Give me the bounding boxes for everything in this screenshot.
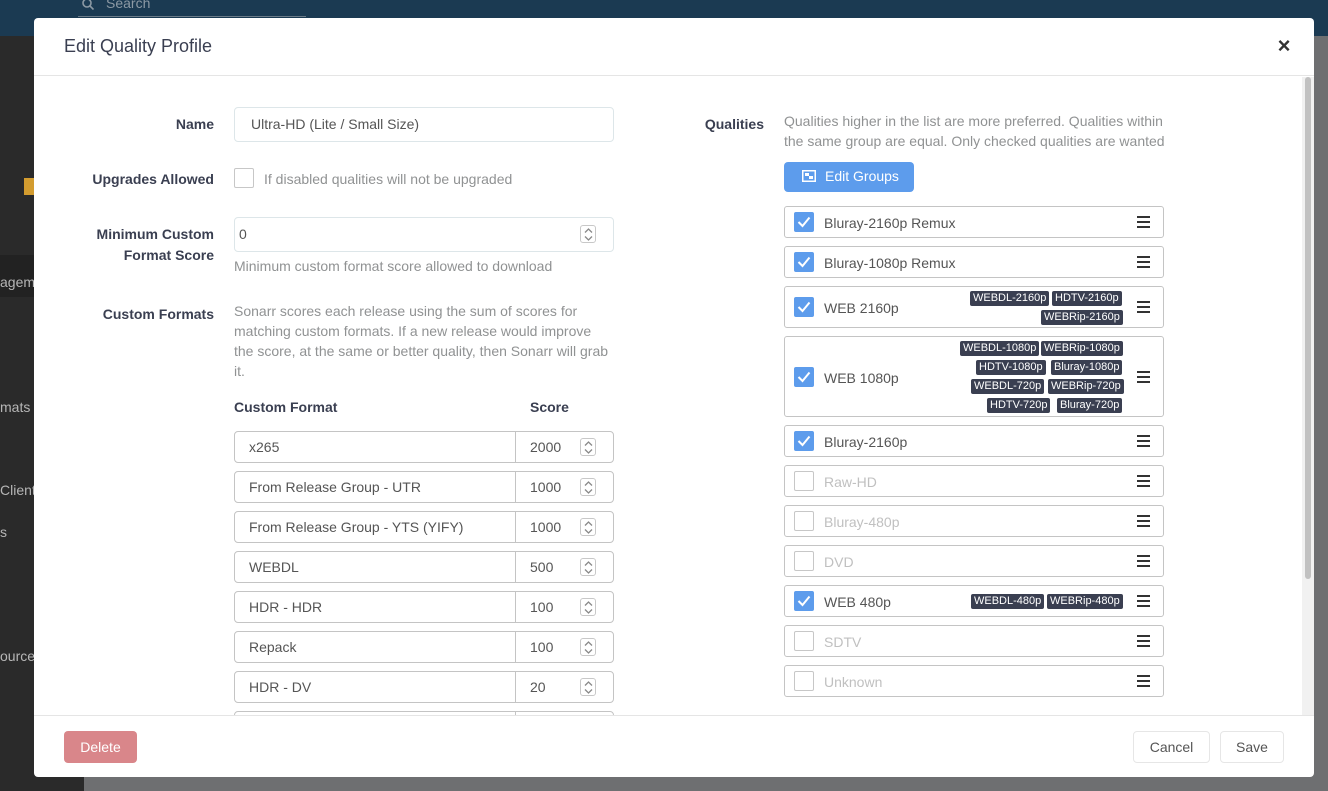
drag-handle-icon[interactable] [1137, 256, 1150, 268]
quality-row[interactable]: Bluray-1080p Remux [784, 246, 1164, 278]
edit-quality-profile-modal: Edit Quality Profile × Name Ultra-HD (Li… [34, 18, 1314, 777]
quality-checkbox[interactable] [794, 297, 814, 317]
scrollbar-thumb[interactable] [1305, 77, 1311, 579]
quality-group-tag: HDTV-1080p [976, 360, 1046, 375]
quality-name: Raw-HD [824, 474, 877, 490]
quality-group-tag: WEBDL-480p [971, 594, 1045, 609]
check-icon [797, 216, 811, 228]
check-icon [797, 435, 811, 447]
cancel-button[interactable]: Cancel [1133, 731, 1210, 763]
quality-name: WEB 1080p [824, 370, 899, 386]
quality-group-tag: WEBDL-720p [971, 379, 1045, 394]
drag-handle-icon[interactable] [1137, 675, 1150, 687]
edit-groups-button[interactable]: Edit Groups [784, 162, 914, 192]
quality-name: SDTV [824, 634, 862, 650]
drag-handle-icon[interactable] [1137, 635, 1150, 647]
sidebar-item-s[interactable]: s [0, 524, 7, 540]
quality-row[interactable]: WEB 480p WEBDL-480p WEBRip-480p [784, 585, 1164, 617]
search-placeholder: Search [106, 0, 151, 11]
drag-handle-icon[interactable] [1137, 515, 1150, 527]
check-icon [797, 595, 811, 607]
quality-group-tag: WEBDL-1080p [960, 341, 1040, 356]
quality-group-tag: WEBRip-2160p [1041, 310, 1123, 325]
quality-name: Bluray-2160p [824, 434, 908, 450]
save-button[interactable]: Save [1220, 731, 1284, 763]
quality-group-tag: HDTV-720p [987, 398, 1051, 413]
modal-scrollbar[interactable] [1302, 77, 1314, 715]
quality-group-tag: Bluray-720p [1057, 398, 1123, 413]
quality-row[interactable]: SDTV [784, 625, 1164, 657]
qualities-help-line2: the same group are equal. Only checked q… [784, 133, 1165, 149]
quality-row[interactable]: WEB 1080p WEBDL-1080p WEBRip-1080p HDTV-108… [784, 336, 1164, 417]
quality-row[interactable]: WEB 2160p WEBDL-2160p HDTV-2160p WEBRip-216… [784, 286, 1164, 328]
quality-group-tag: WEBRip-720p [1048, 379, 1124, 394]
quality-group-tag: HDTV-2160p [1052, 291, 1122, 306]
drag-handle-icon[interactable] [1137, 371, 1150, 383]
check-icon [797, 301, 811, 313]
close-icon[interactable]: × [1274, 32, 1294, 60]
quality-checkbox[interactable] [794, 367, 814, 387]
quality-checkbox[interactable] [794, 471, 814, 491]
quality-name: Unknown [824, 674, 883, 690]
quality-checkbox[interactable] [794, 631, 814, 651]
sidebar-badge [24, 178, 34, 195]
qualities-panel: Qualities Qualities higher in the list a… [34, 77, 1302, 715]
quality-checkbox[interactable] [794, 511, 814, 531]
delete-button[interactable]: Delete [64, 731, 137, 763]
drag-handle-icon[interactable] [1137, 555, 1150, 567]
drag-handle-icon[interactable] [1137, 475, 1150, 487]
quality-row[interactable]: Raw-HD [784, 465, 1164, 497]
drag-handle-icon[interactable] [1137, 435, 1150, 447]
qualities-label: Qualities [704, 116, 764, 132]
qualities-help-line1: Qualities higher in the list are more pr… [784, 113, 1163, 129]
quality-row[interactable]: DVD [784, 545, 1164, 577]
sidebar-item-formats[interactable]: mats [0, 399, 30, 415]
check-icon [797, 256, 811, 268]
quality-group-tag: WEBRip-480p [1047, 594, 1123, 609]
quality-name: WEB 480p [824, 594, 891, 610]
quality-name: Bluray-480p [824, 514, 900, 530]
object-group-icon [802, 170, 816, 182]
quality-group-tag: Bluray-1080p [1051, 360, 1123, 375]
quality-checkbox[interactable] [794, 252, 814, 272]
quality-checkbox[interactable] [794, 431, 814, 451]
quality-row[interactable]: Bluray-2160p Remux [784, 206, 1164, 238]
quality-name: Bluray-1080p Remux [824, 255, 956, 271]
quality-checkbox[interactable] [794, 212, 814, 232]
quality-row[interactable]: Bluray-480p [784, 505, 1164, 537]
quality-group-tag: WEBRip-1080p [1041, 341, 1123, 356]
quality-name: WEB 2160p [824, 300, 899, 316]
quality-name: DVD [824, 554, 854, 570]
quality-row[interactable]: Unknown [784, 665, 1164, 697]
drag-handle-icon[interactable] [1137, 216, 1150, 228]
quality-checkbox[interactable] [794, 551, 814, 571]
quality-group-tag: WEBDL-2160p [970, 291, 1050, 306]
modal-footer: Delete Cancel Save [34, 715, 1314, 777]
sidebar-item-source[interactable]: ource [0, 648, 35, 664]
quality-name: Bluray-2160p Remux [824, 215, 956, 231]
edit-groups-label: Edit Groups [825, 168, 899, 184]
drag-handle-icon[interactable] [1137, 595, 1150, 607]
modal-header: Edit Quality Profile × [34, 18, 1314, 76]
app-search[interactable]: Search [78, 0, 306, 17]
quality-checkbox[interactable] [794, 591, 814, 611]
drag-handle-icon[interactable] [1137, 301, 1150, 313]
search-icon [82, 0, 94, 10]
quality-checkbox[interactable] [794, 671, 814, 691]
quality-row[interactable]: Bluray-2160p [784, 425, 1164, 457]
check-icon [797, 371, 811, 383]
modal-title: Edit Quality Profile [64, 36, 213, 56]
